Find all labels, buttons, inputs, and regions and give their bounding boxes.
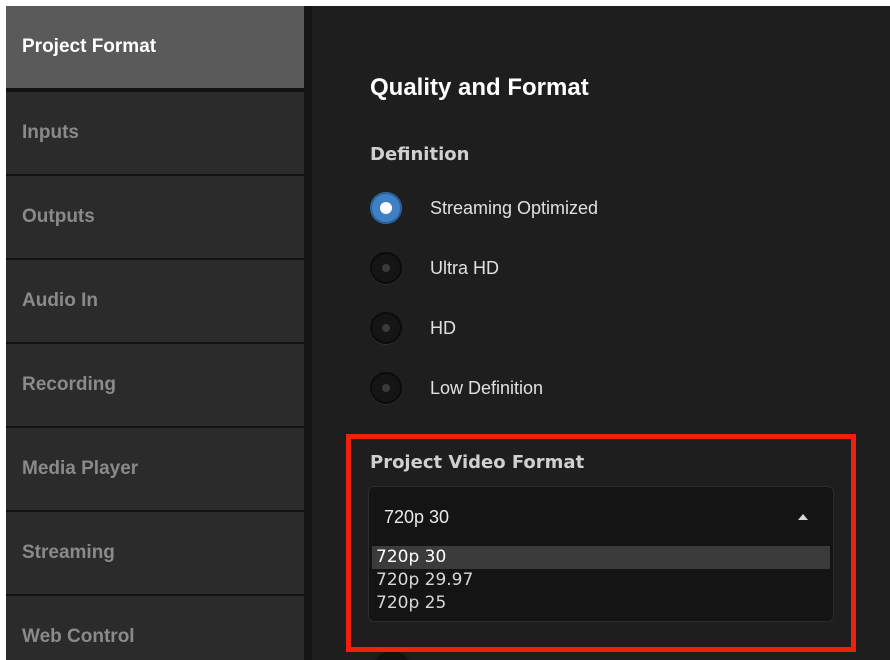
sidebar-item-label: Project Format: [22, 36, 157, 57]
dropdown-value: 720p 30: [384, 507, 450, 527]
sidebar-item-web-control[interactable]: Web Control: [6, 596, 304, 660]
radio-button[interactable]: [370, 372, 402, 404]
radio-label: HD: [430, 317, 456, 338]
sidebar-item-label: Outputs: [22, 206, 95, 227]
app-window: Project Format Inputs Outputs Audio In R…: [6, 6, 890, 660]
sidebar-item-inputs[interactable]: Inputs: [6, 92, 304, 174]
radio-button-checked[interactable]: [370, 192, 402, 224]
dropdown-options: 720p 30 720p 29.97 720p 25: [372, 546, 830, 615]
settings-sidebar: Project Format Inputs Outputs Audio In R…: [6, 6, 304, 660]
sidebar-item-label: Media Player: [22, 458, 139, 479]
sidebar-item-label: Audio In: [22, 290, 98, 311]
dropdown-option[interactable]: 720p 30: [372, 546, 830, 569]
section-title: Quality and Format: [370, 74, 589, 101]
sidebar-item-streaming[interactable]: Streaming: [6, 512, 304, 594]
dropdown-option[interactable]: 720p 25: [372, 592, 830, 615]
caret-up-icon[interactable]: [798, 514, 808, 520]
radio-ultra-hd[interactable]: Ultra HD: [370, 248, 499, 288]
radio-label: Streaming Optimized: [430, 197, 599, 218]
radio-button[interactable]: [370, 312, 402, 344]
dropdown-option[interactable]: 720p 29.97: [372, 569, 830, 592]
sidebar-item-project-format[interactable]: Project Format: [6, 6, 304, 88]
radio-label: Low Definition: [430, 377, 544, 398]
radio-hd[interactable]: HD: [370, 308, 456, 348]
definition-heading: Definition: [370, 144, 470, 165]
sidebar-item-label: Web Control: [22, 626, 135, 647]
sidebar-item-media-player[interactable]: Media Player: [6, 428, 304, 510]
radio-label: Ultra HD: [430, 257, 500, 278]
sidebar-divider: [304, 6, 312, 660]
sidebar-item-audio-in[interactable]: Audio In: [6, 260, 304, 342]
sidebar-item-label: Recording: [22, 374, 116, 395]
radio-streaming-optimized[interactable]: Streaming Optimized: [370, 188, 598, 228]
radio-button-partial[interactable]: [374, 652, 410, 660]
sidebar-item-label: Streaming: [22, 542, 115, 563]
sidebar-item-outputs[interactable]: Outputs: [6, 176, 304, 258]
radio-button[interactable]: [370, 252, 402, 284]
sidebar-item-label: Inputs: [22, 122, 79, 143]
video-format-heading: Project Video Format: [370, 452, 585, 473]
sidebar-item-recording[interactable]: Recording: [6, 344, 304, 426]
video-format-dropdown[interactable]: 720p 30 720p 30 720p 29.97 720p 25: [368, 486, 834, 622]
radio-low-definition[interactable]: Low Definition: [370, 368, 543, 408]
